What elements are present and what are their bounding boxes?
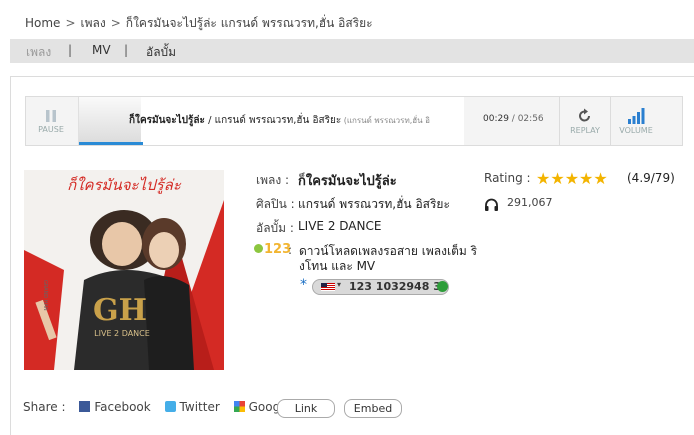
share-label: Share :	[23, 400, 66, 414]
facebook-icon	[79, 401, 91, 412]
phone-icon	[437, 281, 448, 292]
facebook-share[interactable]: Facebook	[79, 400, 151, 414]
rating-value: (4.9/79)	[627, 171, 675, 185]
embed-button[interactable]: Embed	[344, 399, 402, 418]
rating-stars[interactable]: ★★★★★	[536, 169, 608, 188]
play-count: 291,067	[507, 196, 553, 209]
track-extra: (แกรนด์ พรรณวรท,ฮั่น อิ	[341, 116, 430, 125]
album-cover: ก็ใครมันจะไปรู้ล่ะ GH LIVE 2 DANCE GRAND…	[24, 170, 224, 370]
tab-divider: |	[124, 43, 129, 57]
breadcrumb-section[interactable]: เพลง	[81, 16, 106, 30]
replay-label: REPLAY	[570, 126, 600, 135]
twitter-share[interactable]: Twitter	[164, 400, 220, 414]
tab-songs[interactable]: เพลง	[26, 43, 51, 62]
star-icon: ★	[579, 169, 594, 188]
pause-icon	[46, 110, 56, 122]
rating-label: Rating :	[484, 171, 531, 185]
time-total: 02:56	[517, 114, 544, 124]
album-cover-art: ก็ใครมันจะไปรู้ล่ะ GH LIVE 2 DANCE GRAND…	[24, 170, 224, 370]
album-label: อัลบั้ม :	[256, 221, 294, 235]
headphones-icon	[484, 196, 499, 211]
volume-button[interactable]: VOLUME	[610, 97, 661, 145]
breadcrumb-current: ก็ใครมันจะไปรู้ล่ะ แกรนด์ พรรณวรท,ฮั่น อ…	[125, 16, 373, 30]
artist-name[interactable]: แกรนด์ พรรณวรท,ฮั่น อิสริยะ	[298, 195, 450, 214]
us-flag-icon	[321, 283, 335, 291]
progress-bar	[79, 142, 143, 145]
album-name[interactable]: LIVE 2 DANCE	[298, 219, 381, 233]
share-bar: Share : Facebook Twitter Google+	[23, 400, 301, 414]
time-current: 00:29	[483, 114, 509, 124]
album-cover-script: ก็ใครมันจะไปรู้ล่ะ	[67, 176, 182, 194]
asterisk: *	[300, 277, 307, 293]
star-icon: ★	[550, 169, 565, 188]
song-title: ก็ใครมันจะไปรู้ล่ะ	[298, 174, 397, 189]
album-cover-subtitle: LIVE 2 DANCE	[94, 329, 150, 338]
star-icon: ★	[593, 169, 608, 188]
volume-bars-icon	[628, 108, 645, 124]
download-badge: 123	[254, 242, 291, 257]
album-cover-logo: GH	[93, 293, 147, 328]
time-display: 00:29 / 02:56	[483, 114, 544, 124]
dropdown-caret-icon: ▾	[337, 280, 342, 289]
track-artist: / แกรนด์ พรรณวรท,ฮั่น อิสริยะ	[204, 115, 342, 126]
track-title: ก็ใครมันจะไปรู้ล่ะ	[129, 115, 205, 126]
link-button[interactable]: Link	[277, 399, 335, 418]
star-icon: ★	[536, 169, 551, 188]
dial-code: 123 1032948 3	[349, 280, 441, 293]
badge-dot-icon	[254, 244, 263, 253]
song-label: เพลง :	[256, 173, 290, 187]
star-icon: ★	[564, 169, 580, 188]
pause-label: PAUSE	[38, 125, 64, 134]
google-plus-icon	[233, 401, 245, 412]
breadcrumb: Home > เพลง > ก็ใครมันจะไปรู้ล่ะ แกรนด์ พรรณ…	[25, 16, 373, 30]
artist-label: ศิลปิน :	[256, 197, 295, 211]
tab-bar: เพลง | MV | อัลบั้ม	[10, 39, 694, 63]
twitter-icon	[164, 401, 176, 412]
breadcrumb-home[interactable]: Home	[25, 16, 60, 30]
tab-divider: |	[68, 43, 73, 57]
track-info: ก็ใครมันจะไปรู้ล่ะ / แกรนด์ พรรณวรท,ฮั่น…	[129, 113, 430, 128]
tab-albums[interactable]: อัลบั้ม	[146, 43, 176, 62]
download-colon: :	[288, 243, 293, 257]
album-cover-side-text: GRAND HAN	[42, 280, 48, 311]
replay-icon	[579, 108, 590, 122]
audio-player: PAUSE ก็ใครมันจะไปรู้ล่ะ / แกรนด์ พรรณวร…	[25, 96, 683, 146]
pause-button[interactable]: PAUSE	[26, 97, 76, 145]
download-text-2[interactable]: งโทน และ MV	[299, 257, 375, 276]
dial-code-box[interactable]: ▾ 123 1032948 3	[312, 279, 449, 295]
tab-mv[interactable]: MV	[92, 43, 111, 57]
track-progress[interactable]: ก็ใครมันจะไปรู้ล่ะ / แกรนด์ พรรณวรท,ฮั่น…	[78, 97, 464, 145]
replay-button[interactable]: REPLAY	[559, 97, 610, 145]
volume-label: VOLUME	[619, 126, 653, 135]
